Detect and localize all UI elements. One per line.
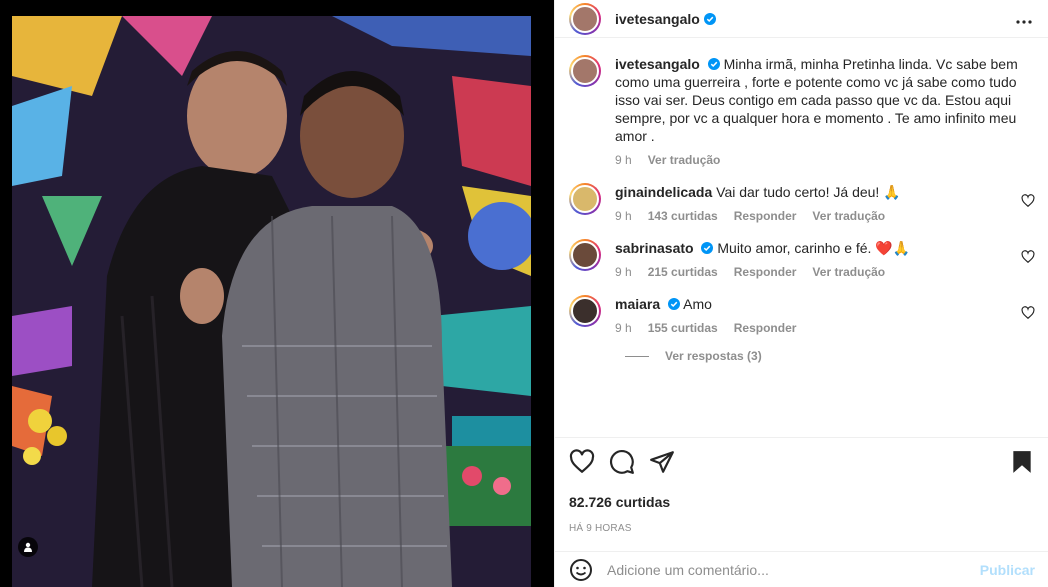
post-header: ivetesangalo: [555, 0, 1048, 38]
caption-meta: 9 h Ver tradução: [615, 153, 1035, 167]
caption-text-block: ivetesangalo Minha irmã, minha Pretinha …: [615, 55, 1035, 145]
emoji-icon[interactable]: [569, 558, 593, 582]
post-photo[interactable]: [12, 16, 531, 587]
comment-row: sabrinasato Muito amor, carinho e fé. ❤️…: [569, 239, 1035, 279]
action-icons-bar: [569, 448, 1035, 476]
comment-translate-link[interactable]: Ver tradução: [812, 209, 885, 223]
comment-text: Vai dar tudo certo! Já deu! 🙏: [716, 184, 901, 200]
add-comment-bar: Publicar: [555, 551, 1048, 587]
reply-button[interactable]: Responder: [734, 265, 797, 279]
comment-time[interactable]: 9 h: [615, 265, 632, 279]
comment-avatar[interactable]: [569, 183, 601, 215]
like-heart-icon[interactable]: [569, 449, 595, 475]
replies-divider-line: [625, 355, 649, 357]
comment-row: ginaindelicada Vai dar tudo certo! Já de…: [569, 183, 1035, 223]
user-icon: [24, 542, 32, 552]
comment-time[interactable]: 9 h: [615, 321, 632, 335]
author-username[interactable]: ivetesangalo: [615, 11, 700, 27]
publish-comment-button[interactable]: Publicar: [980, 562, 1035, 578]
comment-avatar[interactable]: [569, 295, 601, 327]
comment-meta: 9 h 143 curtidas Responder Ver tradução: [615, 209, 1035, 223]
tagged-users-button[interactable]: [18, 537, 38, 557]
verified-badge-icon: [701, 242, 714, 254]
verified-badge-icon: [707, 58, 720, 70]
comment-text: Muito amor, carinho e fé. ❤️🙏: [717, 240, 911, 256]
comment-translate-link[interactable]: Ver tradução: [812, 265, 885, 279]
comment-time[interactable]: 9 h: [615, 209, 632, 223]
comments-list: ivetesangalo Minha irmã, minha Pretinha …: [555, 39, 1048, 437]
comment-avatar[interactable]: [569, 239, 601, 271]
likes-count[interactable]: 82.726 curtidas: [569, 494, 1035, 510]
photo-illustration: [12, 16, 531, 587]
author-avatar[interactable]: [569, 2, 601, 35]
view-replies-button[interactable]: Ver respostas (3): [625, 349, 1035, 363]
comment-bubble-icon[interactable]: [609, 449, 635, 475]
post-media-area: [0, 0, 554, 587]
comment-username[interactable]: sabrinasato: [615, 240, 694, 256]
comment-text-block: sabrinasato Muito amor, carinho e fé. ❤️…: [615, 239, 1035, 257]
comment-input[interactable]: [607, 561, 980, 578]
post-details-panel: ivetesangalo ivetesangalo Minha irmã, mi…: [554, 0, 1048, 587]
comment-row: maiara Amo 9 h 155 curtidas Responder: [569, 295, 1035, 335]
comment-likes[interactable]: 143 curtidas: [648, 209, 718, 223]
caption-time[interactable]: 9 h: [615, 153, 632, 167]
caption-row: ivetesangalo Minha irmã, minha Pretinha …: [569, 55, 1035, 167]
reply-button[interactable]: Responder: [734, 321, 797, 335]
like-comment-heart-icon[interactable]: [1021, 306, 1035, 320]
share-paper-plane-icon[interactable]: [649, 449, 675, 475]
more-options-button[interactable]: [1016, 8, 1032, 29]
reply-button[interactable]: Responder: [734, 209, 797, 223]
comment-text-block: maiara Amo: [615, 295, 1035, 313]
view-replies-label: Ver respostas (3): [665, 349, 762, 363]
comment-likes[interactable]: 215 curtidas: [648, 265, 718, 279]
caption-avatar[interactable]: [569, 55, 601, 87]
like-comment-heart-icon[interactable]: [1021, 250, 1035, 264]
comment-meta: 9 h 215 curtidas Responder Ver tradução: [615, 265, 1035, 279]
comment-meta: 9 h 155 curtidas Responder: [615, 321, 1035, 335]
verified-badge-icon: [703, 12, 716, 25]
like-comment-heart-icon[interactable]: [1021, 194, 1035, 208]
verified-badge-icon: [668, 298, 681, 310]
caption-translate-link[interactable]: Ver tradução: [648, 153, 721, 167]
comment-text: Amo: [683, 296, 712, 312]
post-actions: 82.726 curtidas HÁ 9 HORAS: [555, 437, 1048, 534]
instagram-post-modal: ivetesangalo ivetesangalo Minha irmã, mi…: [0, 0, 1048, 587]
comment-text-block: ginaindelicada Vai dar tudo certo! Já de…: [615, 183, 1035, 201]
comment-username[interactable]: maiara: [615, 296, 660, 312]
comment-username[interactable]: ginaindelicada: [615, 184, 712, 200]
post-timestamp[interactable]: HÁ 9 HORAS: [569, 523, 1035, 534]
save-bookmark-icon[interactable]: [1009, 449, 1035, 475]
comment-likes[interactable]: 155 curtidas: [648, 321, 718, 335]
caption-username[interactable]: ivetesangalo: [615, 56, 700, 72]
more-horizontal-icon: [1016, 20, 1032, 24]
